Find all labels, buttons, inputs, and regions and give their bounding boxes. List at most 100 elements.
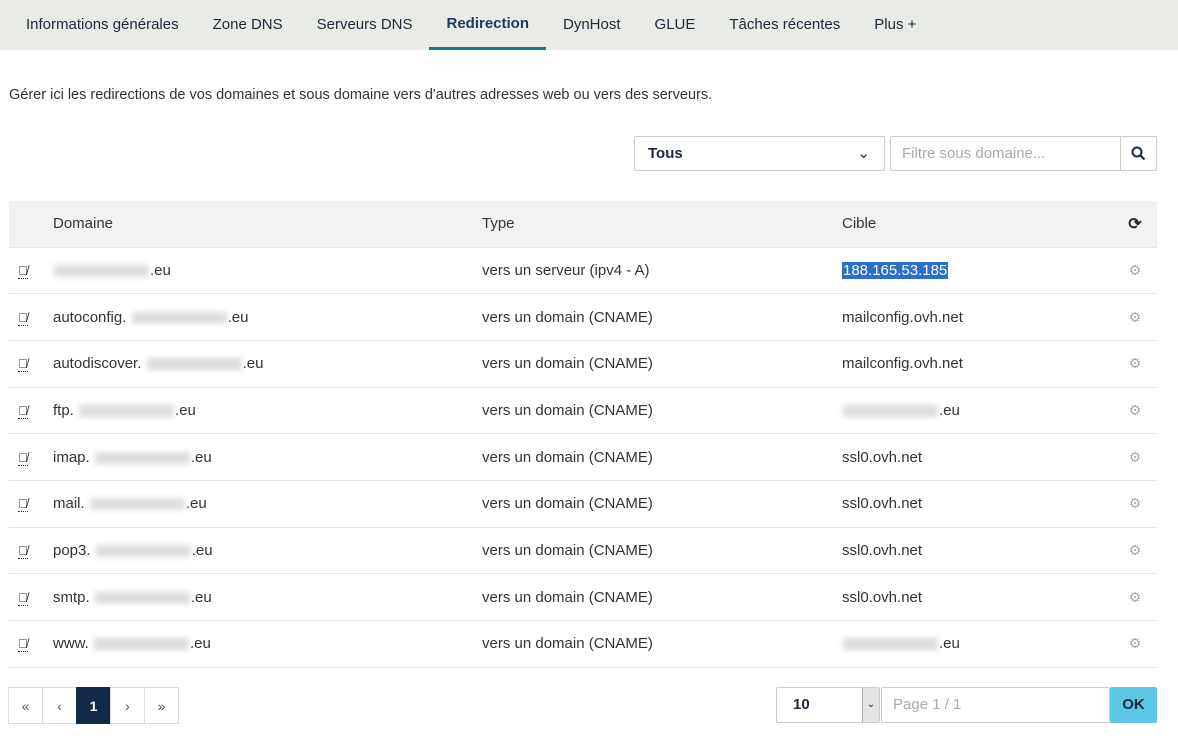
- gear-icon: ⚙: [1128, 588, 1142, 605]
- domain-suffix: .eu: [185, 495, 207, 513]
- subdomain-prefix: autodiscover.: [53, 355, 142, 373]
- table-row: 👁̸ www. .eu vers un domain (CNAME) .eu ⚙: [9, 620, 1157, 668]
- eye-slash-icon[interactable]: 👁̸: [18, 450, 28, 466]
- table-row: 👁̸ mail. .eu vers un domain (CNAME) ssl0…: [9, 479, 1157, 528]
- ok-button[interactable]: OK: [1110, 687, 1157, 723]
- settings-button[interactable]: ⚙: [1113, 386, 1157, 434]
- gear-icon: ⚙: [1128, 635, 1142, 652]
- type-cell: vers un domain (CNAME): [482, 386, 842, 434]
- tab-plus[interactable]: Plus +: [857, 0, 933, 50]
- tab-zone-dns[interactable]: Zone DNS: [196, 0, 300, 50]
- header-cible: Cible: [842, 201, 1113, 247]
- subdomain-prefix: www.: [53, 635, 89, 653]
- redacted-domain: [79, 404, 175, 417]
- target-text: 188.165.53.185: [842, 261, 949, 279]
- settings-button[interactable]: ⚙: [1113, 246, 1157, 294]
- page-1-button[interactable]: 1: [76, 687, 111, 724]
- type-cell: vers un domain (CNAME): [482, 293, 842, 341]
- tab-redirection[interactable]: Redirection: [429, 0, 546, 50]
- domain-suffix: .eu: [150, 261, 171, 279]
- settings-button[interactable]: ⚙: [1113, 339, 1157, 388]
- table-row: 👁̸ autoconfig. .eu vers un domain (CNAME…: [9, 293, 1157, 341]
- domain-suffix: .eu: [242, 355, 264, 373]
- redacted-domain: [94, 451, 190, 464]
- prev-page-button[interactable]: ‹: [42, 687, 77, 724]
- settings-button[interactable]: ⚙: [1113, 433, 1157, 481]
- target-cell: 188.165.53.185: [842, 246, 1113, 294]
- domain-suffix: .eu: [227, 308, 249, 326]
- domain-cell: autodiscover. .eu: [53, 339, 482, 388]
- subdomain-prefix: smtp.: [53, 588, 90, 606]
- tab-bar: Informations générales Zone DNS Serveurs…: [0, 0, 1178, 50]
- domain-suffix: .eu: [190, 448, 212, 466]
- eye-slash-icon[interactable]: 👁̸: [18, 310, 28, 326]
- tab-taches-recentes[interactable]: Tâches récentes: [712, 0, 857, 50]
- type-cell: vers un domain (CNAME): [482, 479, 842, 528]
- eye-slash-icon[interactable]: 👁̸: [18, 543, 28, 559]
- refresh-button[interactable]: ⟳: [1113, 201, 1157, 247]
- target-text: ssl0.ovh.net: [842, 588, 923, 606]
- search-icon: [1131, 146, 1146, 161]
- redacted-domain: [843, 404, 938, 417]
- eye-slash-icon[interactable]: 👁̸: [18, 637, 28, 653]
- tab-serveurs-dns[interactable]: Serveurs DNS: [300, 0, 430, 50]
- tab-glue[interactable]: GLUE: [638, 0, 713, 50]
- eye-slash-icon[interactable]: 👁̸: [18, 263, 28, 279]
- domain-cell: mail. .eu: [53, 479, 482, 528]
- type-cell: vers un domain (CNAME): [482, 620, 842, 668]
- type-cell: vers un domain (CNAME): [482, 433, 842, 481]
- target-cell: ssl0.ovh.net: [842, 433, 1113, 481]
- page-number-input[interactable]: Page 1 / 1: [881, 687, 1110, 723]
- target-text: .eu: [939, 635, 960, 653]
- gear-icon: ⚙: [1128, 355, 1142, 372]
- pagination: « ‹ 1 › »: [8, 687, 179, 724]
- target-cell: ssl0.ovh.net: [842, 573, 1113, 621]
- chevron-down-icon: ⌄: [857, 145, 870, 162]
- refresh-icon: ⟳: [1128, 215, 1142, 233]
- domain-cell: pop3. .eu: [53, 526, 482, 574]
- domain-suffix: .eu: [191, 541, 213, 559]
- gear-icon: ⚙: [1128, 495, 1142, 512]
- eye-slash-icon[interactable]: 👁̸: [18, 403, 28, 419]
- settings-button[interactable]: ⚙: [1113, 573, 1157, 621]
- target-text: mailconfig.ovh.net: [842, 355, 963, 373]
- domain-suffix: .eu: [190, 635, 211, 653]
- gear-icon: ⚙: [1128, 401, 1142, 418]
- settings-button[interactable]: ⚙: [1113, 293, 1157, 341]
- search-button[interactable]: [1120, 137, 1156, 170]
- settings-button[interactable]: ⚙: [1113, 479, 1157, 528]
- last-page-button[interactable]: »: [144, 687, 179, 724]
- eye-slash-icon[interactable]: 👁̸: [18, 590, 28, 606]
- first-page-button[interactable]: «: [8, 687, 43, 724]
- table-row: 👁̸ .eu vers un serveur (ipv4 - A) 188.16…: [9, 246, 1157, 294]
- next-page-button[interactable]: ›: [110, 687, 145, 724]
- settings-button[interactable]: ⚙: [1113, 526, 1157, 574]
- target-cell: mailconfig.ovh.net: [842, 293, 1113, 341]
- chevron-down-icon: ⌄: [862, 688, 879, 722]
- tab-dynhost[interactable]: DynHost: [546, 0, 638, 50]
- table-row: 👁̸ imap. .eu vers un domain (CNAME) ssl0…: [9, 433, 1157, 481]
- redacted-domain: [94, 638, 190, 651]
- domain-cell: .eu: [53, 246, 482, 294]
- redacted-domain: [94, 591, 190, 604]
- intro-text: Gérer ici les redirections de vos domain…: [9, 87, 713, 103]
- tab-informations-generales[interactable]: Informations générales: [9, 0, 196, 50]
- target-text: ssl0.ovh.net: [842, 541, 923, 559]
- subdomain-prefix: ftp.: [53, 401, 74, 419]
- target-cell: .eu: [842, 386, 1113, 434]
- eye-slash-icon[interactable]: 👁̸: [18, 357, 28, 373]
- settings-button[interactable]: ⚙: [1113, 620, 1157, 668]
- page-size-select[interactable]: 10 ⌄: [776, 687, 880, 723]
- redacted-domain: [131, 311, 227, 324]
- subdomain-filter-input[interactable]: [891, 137, 1120, 170]
- target-text: .eu: [939, 401, 960, 419]
- gear-icon: ⚙: [1128, 541, 1142, 558]
- subdomain-prefix: imap.: [53, 448, 90, 466]
- redacted-domain: [843, 638, 938, 651]
- table-row: 👁̸ pop3. .eu vers un domain (CNAME) ssl0…: [9, 526, 1157, 574]
- eye-slash-icon[interactable]: 👁̸: [18, 497, 28, 513]
- redacted-domain: [146, 358, 242, 371]
- target-cell: .eu: [842, 620, 1113, 668]
- target-cell: mailconfig.ovh.net: [842, 339, 1113, 388]
- type-filter-select[interactable]: Tous ⌄: [634, 136, 885, 171]
